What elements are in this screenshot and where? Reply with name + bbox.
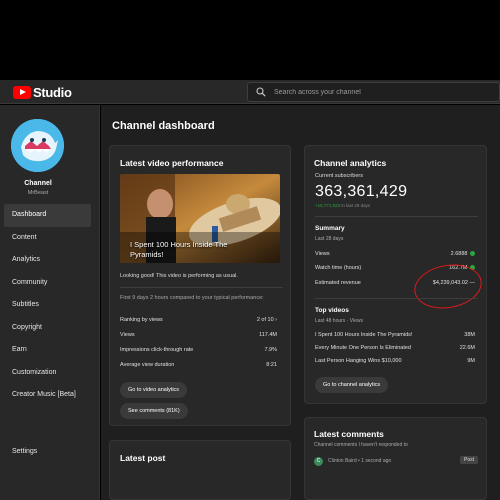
top-video-title: I Spent 100 Hours Inside The Pyramids! — [315, 332, 413, 338]
latest-post-card: Latest post — [109, 440, 291, 500]
latest-comments-title: Latest comments — [314, 429, 384, 439]
summary-label: Estimated revenue — [315, 280, 361, 286]
channel-avatar[interactable] — [11, 119, 64, 172]
top-video-row[interactable]: I Spent 100 Hours Inside The Pyramids! 3… — [315, 332, 475, 338]
sidebar-item-creator-music[interactable]: Creator Music [Beta] — [4, 384, 91, 407]
sidebar-item-community[interactable]: Community — [4, 272, 91, 295]
top-videos-period: Last 48 hours · Views — [315, 318, 363, 324]
go-to-video-analytics-button[interactable]: Go to video analytics — [120, 382, 188, 398]
search-bar[interactable] — [247, 82, 500, 102]
subscriber-delta-value: +15,771,023 — [315, 203, 341, 208]
top-video-views: 38M — [464, 332, 475, 338]
latest-post-title: Latest post — [120, 453, 166, 463]
compare-text: First 9 days 2 hours compared to your ty… — [120, 295, 264, 301]
top-video-views: 9M — [467, 358, 475, 364]
latest-video-title: Latest video performance — [120, 158, 224, 168]
summary-title: Summary — [315, 225, 345, 232]
sidebar-item-content[interactable]: Content — [4, 227, 91, 250]
logo-text: Studio — [33, 85, 72, 100]
sidebar: Channel MrBeast Dashboard Content Analyt… — [0, 105, 100, 500]
metric-label: Impressions click-through rate — [120, 347, 194, 353]
metric-value: 7.9% — [264, 347, 277, 353]
main-content: Channel dashboard Latest video performan… — [101, 105, 500, 500]
channel-analytics-title: Channel analytics — [314, 158, 387, 168]
metric-row-avd: Average view duration 8:21 — [120, 362, 277, 368]
summary-period: Last 28 days — [315, 236, 344, 242]
performance-note: Looking good! This video is performing a… — [120, 273, 238, 279]
comments-subtitle: Channel comments I haven't responded to — [314, 442, 408, 448]
top-video-title: Every Minute One Person Is Eliminated — [315, 345, 411, 351]
metric-label: Ranking by views — [120, 317, 163, 323]
divider — [315, 216, 478, 217]
summary-label: Views — [315, 251, 330, 257]
metric-row-views: Views 117.4M — [120, 332, 277, 338]
summary-value-text: 2.6888 — [450, 251, 468, 257]
studio-logo[interactable]: Studio — [13, 85, 72, 100]
metric-value: 117.4M — [259, 332, 277, 338]
youtube-play-icon — [13, 86, 31, 99]
top-videos-title: Top videos — [315, 307, 349, 314]
post-badge: Post — [459, 456, 478, 464]
top-video-row[interactable]: Last Person Hanging Wins $10,000 9M — [315, 358, 475, 364]
sidebar-item-earn[interactable]: Earn — [4, 339, 91, 362]
top-bar: Studio — [0, 80, 500, 104]
go-to-channel-analytics-button[interactable]: Go to channel analytics — [315, 377, 389, 393]
sidebar-item-settings[interactable]: Settings — [12, 448, 37, 455]
sidebar-item-subtitles[interactable]: Subtitles — [4, 294, 91, 317]
latest-comments-card: Latest comments Channel comments I haven… — [304, 417, 487, 500]
top-video-row[interactable]: Every Minute One Person Is Eliminated 22… — [315, 345, 475, 351]
metric-label: Views — [120, 332, 135, 338]
summary-value: 2.6888 — [451, 251, 475, 257]
subscriber-delta: +15,771,023 in last 28 days — [315, 203, 370, 208]
top-video-views: 22.6M — [459, 345, 475, 351]
sidebar-item-dashboard[interactable]: Dashboard — [4, 204, 91, 227]
search-icon — [256, 87, 266, 97]
metric-row-ctr: Impressions click-through rate 7.9% — [120, 347, 277, 353]
avatar: C — [314, 457, 323, 466]
page-title: Channel dashboard — [112, 120, 215, 132]
sidebar-nav: Dashboard Content Analytics Community Su… — [4, 204, 91, 407]
sidebar-item-analytics[interactable]: Analytics — [4, 249, 91, 272]
sidebar-item-copyright[interactable]: Copyright — [4, 317, 91, 340]
see-comments-button[interactable]: See comments (81K) — [120, 403, 188, 419]
summary-row-views: Views 2.6888 — [315, 251, 475, 257]
top-video-title: Last Person Hanging Wins $10,000 — [315, 358, 402, 364]
subscriber-count: 363,361,429 — [315, 183, 408, 200]
metric-row-ranking: Ranking by views 2 of 10 › — [120, 317, 277, 323]
comment-item[interactable]: C Clinton Baird • 1 second ago Post — [314, 456, 478, 468]
channel-label: Channel — [24, 180, 52, 187]
mr-beast-logo-icon — [11, 119, 64, 172]
subscribers-label: Current subscribers — [315, 173, 363, 179]
sidebar-item-customization[interactable]: Customization — [4, 362, 91, 385]
metric-value: 8:21 — [266, 362, 277, 368]
video-title: I Spent 100 Hours Inside The Pyramids! — [130, 240, 228, 259]
channel-name: MrBeast — [27, 190, 49, 196]
comment-author: Clinton Baird • 1 second ago — [328, 458, 392, 464]
search-input[interactable] — [274, 88, 474, 96]
divider — [315, 298, 478, 299]
summary-label: Watch time (hours) — [315, 265, 362, 271]
latest-video-card: Latest video performance I Spent 100 Hou… — [109, 145, 291, 426]
divider — [120, 287, 283, 288]
subscriber-delta-period: in last 28 days — [340, 203, 371, 208]
metric-label: Average view duration — [120, 362, 175, 368]
check-icon — [470, 251, 475, 257]
video-thumbnail[interactable]: I Spent 100 Hours Inside The Pyramids! — [120, 174, 280, 263]
metric-value[interactable]: 2 of 10 › — [257, 317, 277, 323]
